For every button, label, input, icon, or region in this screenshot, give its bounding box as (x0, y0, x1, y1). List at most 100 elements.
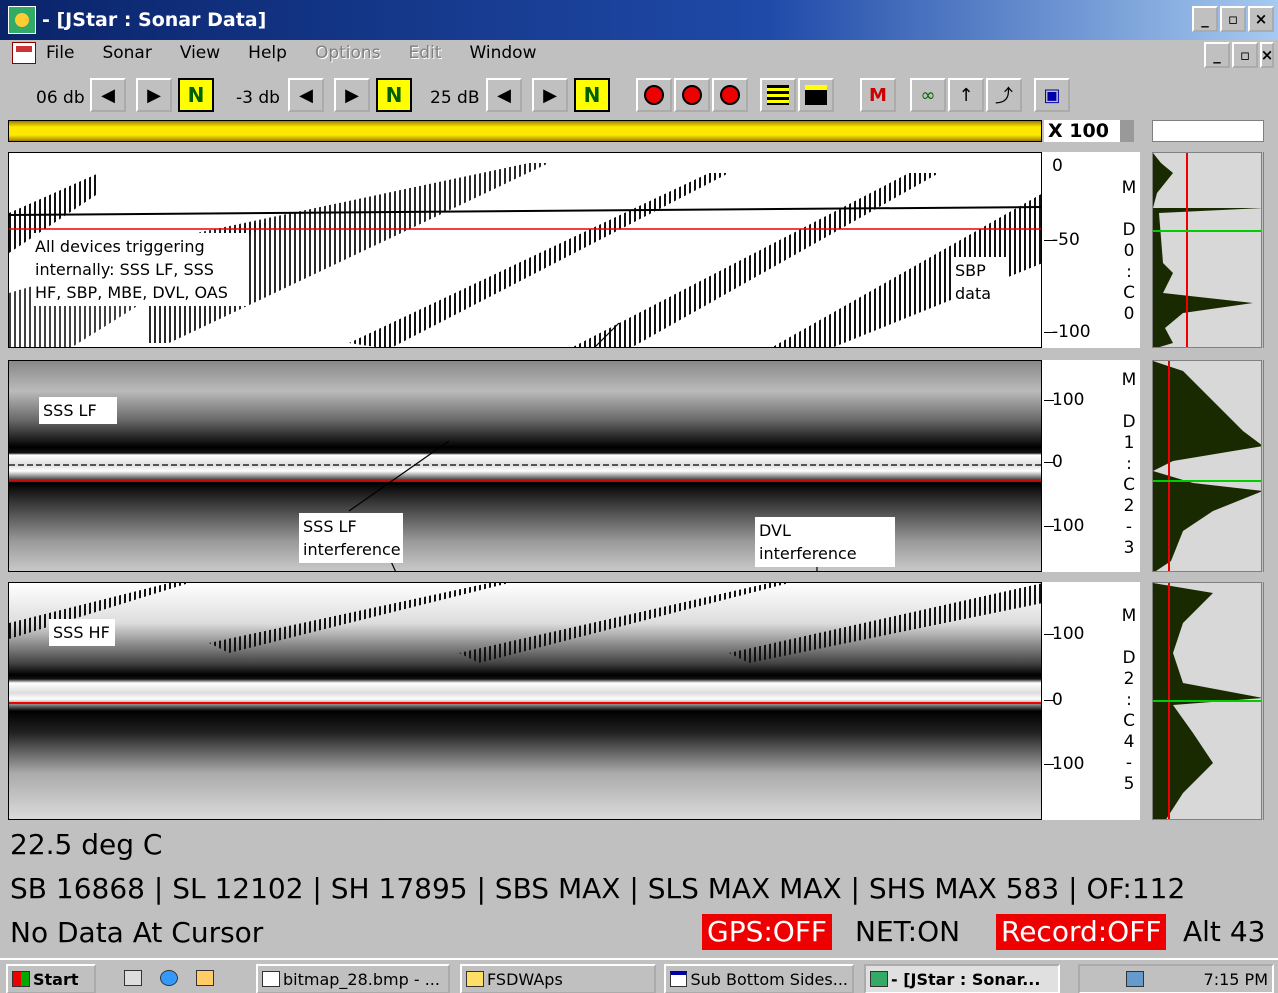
channels-icon[interactable] (196, 970, 214, 986)
tick-label: 0 (1052, 156, 1063, 176)
interf-line: interference (303, 540, 401, 559)
record-icon (682, 85, 702, 105)
sbp-scrollbar[interactable] (1263, 152, 1278, 348)
windows-logo-icon (12, 971, 30, 987)
sss-hf-scrollbar[interactable] (1263, 582, 1278, 820)
temperature-readout: 22.5 deg C (10, 828, 163, 861)
window-title: - [JStar : Sonar Data] (42, 9, 267, 31)
taskbar-item-label: FSDWAps (487, 969, 563, 989)
tick-label: 0 (1052, 690, 1063, 710)
folder-icon (466, 971, 484, 987)
menu-view[interactable]: View (180, 43, 220, 63)
doc-restore-button[interactable]: ▫ (1232, 42, 1258, 68)
scrollbar-top[interactable] (1263, 120, 1278, 142)
start-label: Start (33, 969, 79, 989)
taskbar-item-label: Sub Bottom Sides... (690, 969, 848, 989)
gain-lf-label: -3 db (236, 88, 280, 108)
sss-hf-label: SSS HF (49, 619, 115, 646)
devices-note: All devices triggering internally: SSS L… (31, 233, 247, 306)
gain-hf-increase-button[interactable]: ▶ (532, 78, 568, 112)
doc-minimize-button[interactable]: _ (1204, 42, 1230, 68)
document-window-controls: _ ▫ × (1204, 42, 1274, 68)
maximize-button[interactable]: ▫ (1220, 6, 1246, 32)
devices-note-line: HF, SBP, MBE, DVL, OAS (35, 283, 228, 302)
sbp-waterfall[interactable]: All devices triggering internally: SSS L… (8, 152, 1042, 348)
gain-sbp-label: 06 db (36, 88, 85, 108)
minimize-button[interactable]: _ (1192, 6, 1218, 32)
network-icon[interactable] (1125, 971, 1144, 987)
altitude-readout: Alt 43 (1183, 915, 1266, 948)
taskbar-item-jstar[interactable]: - [JStar : Sonar... (864, 964, 1060, 993)
taskbar-item-fsdwaps[interactable]: FSDWAps (460, 964, 656, 993)
doc-close-button[interactable]: × (1260, 42, 1274, 68)
taskbar-item-label: bitmap_28.bmp - ... (283, 969, 440, 989)
sss-lf-scrollbar[interactable] (1263, 360, 1278, 572)
record-icon (720, 85, 740, 105)
ie-icon[interactable] (160, 970, 178, 986)
gain-sbp-normal-button[interactable]: N (178, 78, 214, 112)
channel-label: MD2:C4-5 (1121, 606, 1137, 794)
window-controls: _ ▫ × (1192, 6, 1274, 32)
taskbar: Start bitmap_28.bmp - ... FSDWAps Sub Bo… (0, 958, 1278, 993)
zoom-indicator[interactable]: X 100 (1044, 120, 1134, 142)
desktop-icon[interactable] (124, 970, 142, 986)
paint-icon (262, 971, 280, 987)
page-icon[interactable]: ▣ (1034, 78, 1070, 112)
sbp-data-note: SBP data (951, 257, 1007, 307)
system-tray: 7:15 PM (1078, 964, 1274, 993)
menu-window[interactable]: Window (469, 43, 536, 63)
sbp-note-line: SBP (955, 261, 986, 280)
sonar-status-line: SB 16868 | SL 12102 | SH 17895 | SBS MAX… (10, 872, 1186, 905)
gain-lf-normal-button[interactable]: N (376, 78, 412, 112)
sss-lf-range-scale: 100 0 100 MD1:C2-3 (1042, 360, 1140, 572)
clock[interactable]: 7:15 PM (1204, 970, 1268, 989)
clapper-icon (805, 85, 827, 105)
sss-hf-range-scale: 100 0 100 MD2:C4-5 (1042, 582, 1140, 820)
window-icon (670, 971, 688, 987)
gain-sbp-increase-button[interactable]: ▶ (136, 78, 172, 112)
gain-lf-decrease-button[interactable]: ◀ (288, 78, 324, 112)
taskbar-item-subbottom[interactable]: Sub Bottom Sides... (664, 964, 854, 993)
sbp-note-line: data (955, 284, 992, 303)
marker-button[interactable]: M (860, 78, 896, 112)
gain-hf-decrease-button[interactable]: ◀ (486, 78, 522, 112)
gain-sbp-decrease-button[interactable]: ◀ (90, 78, 126, 112)
taskbar-item-label: - [JStar : Sonar... (891, 969, 1041, 989)
menu-edit: Edit (408, 43, 442, 63)
start-button[interactable]: Start (6, 964, 96, 993)
taskbar-item-bitmap[interactable]: bitmap_28.bmp - ... (256, 964, 450, 993)
record-sbp-button[interactable] (636, 78, 672, 112)
channel-label: MD1:C2-3 (1121, 370, 1137, 558)
record-lf-button[interactable] (674, 78, 710, 112)
app-icon[interactable] (8, 6, 36, 34)
record-hf-button[interactable] (712, 78, 748, 112)
gain-hf-normal-button[interactable]: N (574, 78, 610, 112)
close-button[interactable]: × (1248, 6, 1274, 32)
interf-line: SSS LF (303, 517, 357, 536)
history-bar[interactable] (8, 120, 1042, 142)
clapper-button[interactable] (798, 78, 834, 112)
sss-hf-amplitude-trace (1152, 582, 1262, 820)
channel-label: MD0:C0 (1121, 178, 1137, 324)
title-bar[interactable]: - [JStar : Sonar Data] (0, 0, 1278, 40)
tick-label: 100 (1052, 624, 1085, 644)
menu-sonar[interactable]: Sonar (102, 43, 151, 63)
glasses-icon[interactable]: ∞ (910, 78, 946, 112)
lines-icon (767, 85, 789, 105)
menu-options: Options (314, 43, 381, 63)
menu-help[interactable]: Help (248, 43, 287, 63)
arrow-up-icon[interactable]: ↑ (948, 78, 984, 112)
tick-label: 0 (1052, 452, 1063, 472)
document-icon[interactable] (12, 42, 36, 64)
display-lines-button[interactable] (760, 78, 796, 112)
toolbar: 06 db ◀ ▶ N -3 db ◀ ▶ N 25 dB ◀ ▶ N M ∞ … (0, 74, 1278, 120)
sss-lf-waterfall[interactable]: SSS LF SSS LF interference DVL interfere… (8, 360, 1042, 572)
menu-bar: File Sonar View Help Options Edit Window (0, 40, 1278, 66)
dvl-interference-note: DVL interference (755, 517, 895, 567)
sbp-depth-scale: 0 -50 -100 MD0:C0 (1042, 152, 1140, 348)
tick-label: -50 (1052, 230, 1080, 250)
sss-hf-waterfall[interactable]: SSS HF (8, 582, 1042, 820)
walk-icon[interactable]: ⤴ (986, 78, 1022, 112)
menu-file[interactable]: File (46, 43, 74, 63)
gain-lf-increase-button[interactable]: ▶ (334, 78, 370, 112)
